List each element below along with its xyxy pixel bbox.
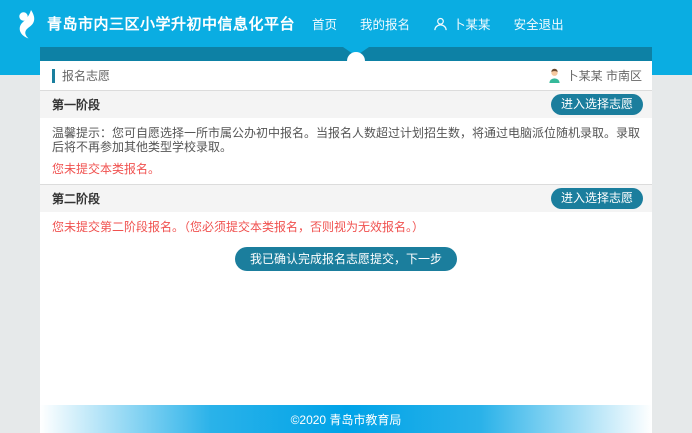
nav-item-my-registration[interactable]: 我的报名 <box>360 14 410 33</box>
page-title: 青岛市内三区小学升初中信息化平台 <box>47 13 295 34</box>
topbar: 青岛市内三区小学升初中信息化平台 首页 我的报名 卜某某 安全退出 <box>0 0 692 47</box>
breadcrumb-row: 报名志愿 卜某某 市南区 <box>40 61 652 90</box>
nav-item-home[interactable]: 首页 <box>312 14 337 33</box>
nav-user-name: 卜某某 <box>453 14 491 33</box>
main-nav: 首页 我的报名 卜某某 安全退出 <box>312 14 587 33</box>
subbar <box>40 47 652 61</box>
confirm-next-step-button[interactable]: 我已确认完成报名志愿提交，下一步 <box>235 247 457 271</box>
section-stage2-header: 第二阶段 进入选择志愿 <box>40 184 652 212</box>
confirm-row: 我已确认完成报名志愿提交，下一步 <box>40 244 652 271</box>
stage1-enter-volunteer-button[interactable]: 进入选择志愿 <box>551 94 643 115</box>
stage2-title: 第二阶段 <box>52 190 100 207</box>
stage1-tip-text: 温馨提示：您可自愿选择一所市属公办初中报名。当报名人数超过计划招生数，将通过电脑… <box>40 118 652 154</box>
nav-item-user[interactable]: 卜某某 <box>433 14 491 33</box>
footer-copyright: ©2020 青岛市教育局 <box>291 411 402 428</box>
content-card: 报名志愿 卜某某 市南区 第一阶段 进入选择志愿 温馨提示：您可自愿选择一所市属… <box>40 61 652 405</box>
platform-logo-icon <box>14 9 40 39</box>
stage1-warning-text: 您未提交本类报名。 <box>40 154 652 184</box>
section-stage1-header: 第一阶段 进入选择志愿 <box>40 90 652 118</box>
stage2-warning-text: 您未提交第二阶段报名。（您必须提交本类报名，否则视为无效报名。） <box>40 212 652 244</box>
stage2-enter-volunteer-button[interactable]: 进入选择志愿 <box>551 188 643 209</box>
breadcrumb-accent-bar <box>52 69 55 83</box>
stage1-title: 第一阶段 <box>52 96 100 113</box>
user-info: 卜某某 市南区 <box>547 67 642 84</box>
nav-item-logout[interactable]: 安全退出 <box>514 14 564 33</box>
footer: ©2020 青岛市教育局 <box>40 405 652 433</box>
user-name-district: 卜某某 市南区 <box>567 67 642 84</box>
avatar-icon <box>547 68 562 83</box>
breadcrumb-title: 报名志愿 <box>62 67 110 84</box>
breadcrumb: 报名志愿 <box>52 67 110 84</box>
user-outline-icon <box>433 17 448 31</box>
